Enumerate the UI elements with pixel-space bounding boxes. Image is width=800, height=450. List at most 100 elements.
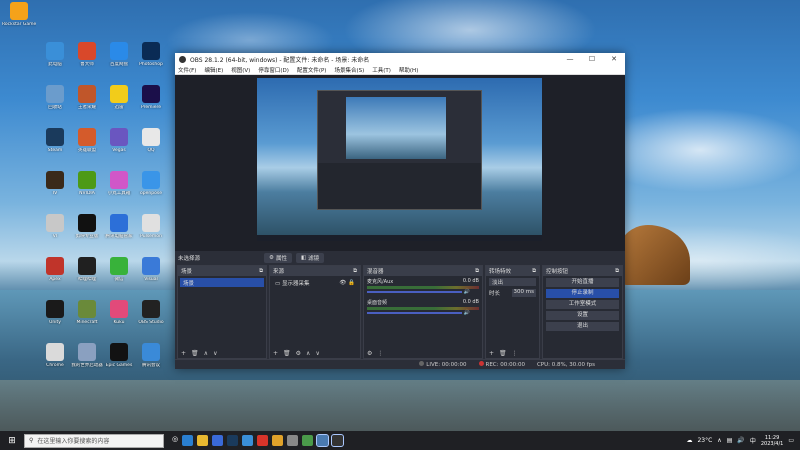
desktop-icon[interactable]: 剪映专业版 [70, 214, 104, 240]
steam-icon[interactable] [227, 435, 239, 446]
menu-edit[interactable]: 编辑(E) [204, 66, 223, 74]
app-icon[interactable] [242, 435, 254, 446]
maximize-button[interactable]: ☐ [581, 55, 603, 63]
desktop-icon[interactable]: Premiere [134, 85, 168, 111]
filters-button[interactable]: ◧ 滤镜 [295, 253, 325, 263]
speaker-icon[interactable]: 🔊 [464, 289, 470, 295]
control-button[interactable]: 开始直播 [546, 278, 619, 287]
volume-slider[interactable] [367, 312, 463, 314]
desktop-icon[interactable]: Chrome [38, 343, 72, 369]
explorer-active-icon[interactable] [316, 434, 330, 447]
desktop-icon[interactable]: QQ [134, 128, 168, 154]
desktop-icon[interactable]: openpose [134, 171, 168, 197]
taskbar-search[interactable]: ⚲ 在这里输入你要搜索的内容 [24, 433, 164, 448]
edge-icon[interactable] [182, 435, 194, 446]
undock-icon[interactable]: ⧉ [532, 268, 536, 275]
desktop-icon[interactable]: Epic Games [102, 343, 136, 369]
control-button[interactable]: 停止录制 [546, 289, 619, 298]
desktop-icon[interactable]: Visual [134, 257, 168, 283]
desktop-icon[interactable]: 百度网盘 [102, 42, 136, 68]
minimize-button[interactable]: — [559, 55, 581, 63]
desktop-icon[interactable]: 我的世界启动器 [70, 343, 104, 369]
weather-icon[interactable]: ☁ [686, 437, 692, 444]
file-explorer-icon[interactable] [197, 435, 209, 446]
control-button[interactable]: 工作室模式 [546, 300, 619, 309]
menu-file[interactable]: 文件(F) [178, 66, 196, 74]
undock-icon[interactable]: ⧉ [475, 268, 479, 275]
desktop-icon[interactable]: 英雄联盟 [70, 128, 104, 154]
chrome-icon[interactable] [272, 435, 284, 446]
undock-icon[interactable]: ⧉ [259, 268, 263, 275]
weather-temp[interactable]: 23°C [697, 437, 712, 444]
desktop-icon[interactable]: 回收站 [38, 85, 72, 111]
desktop-icon[interactable]: Rockstar Games [2, 2, 36, 28]
notification-icon[interactable]: ▭ [788, 437, 794, 444]
ime-indicator[interactable]: 中 [750, 436, 756, 445]
obs-taskbar-icon[interactable] [331, 434, 345, 447]
undock-icon[interactable]: ⧉ [353, 268, 357, 275]
tray-overflow-icon[interactable]: ∧ [717, 437, 721, 444]
duration-input[interactable]: 300 ms [511, 289, 536, 297]
menu-view[interactable]: 视图(V) [231, 66, 250, 74]
undock-icon[interactable]: ⧉ [615, 268, 619, 275]
desktop-icon[interactable]: Steam [38, 128, 72, 154]
desktop-icon[interactable]: Unity [38, 300, 72, 326]
desktop-icon[interactable]: Pulsemon [134, 214, 168, 240]
program-preview[interactable] [257, 78, 542, 241]
menu-scene-collection[interactable]: 场景集合(S) [334, 66, 364, 74]
move-up-icon[interactable]: ∧ [306, 350, 310, 357]
remove-transition-icon[interactable]: 🗑 [499, 350, 507, 357]
desktop-icon[interactable]: IV [38, 171, 72, 197]
transition-select[interactable]: 淡出 [489, 278, 536, 286]
control-button[interactable]: 退出 [546, 322, 619, 331]
add-source-icon[interactable]: + [273, 350, 278, 357]
desktop-icon[interactable]: 腾讯会议 [134, 343, 168, 369]
netease-music-icon[interactable] [257, 435, 269, 446]
windows-start-icon[interactable]: ⊞ [4, 436, 20, 446]
task-view-icon[interactable]: ◎ [172, 435, 178, 446]
clock[interactable]: 11:29 2023/4/1 [761, 435, 783, 447]
desktop-icon[interactable]: 腾讯电脑管家 [102, 214, 136, 240]
scene-item[interactable]: 场景 [180, 278, 264, 287]
desktop-icon[interactable]: 王者荣耀 [70, 85, 104, 111]
more-icon[interactable]: ⋮ [377, 350, 383, 357]
desktop-icon[interactable]: 小丸工具箱 [102, 171, 136, 197]
move-down-icon[interactable]: ∨ [213, 350, 217, 357]
desktop-icon[interactable]: 鲁大师 [70, 42, 104, 68]
mixer-settings-icon[interactable]: ⚙ [367, 350, 372, 357]
menu-profile[interactable]: 配置文件(P) [297, 66, 327, 74]
source-item[interactable]: ▭ 显示器采集 👁 🔒 [272, 278, 358, 287]
desktop-icon[interactable]: OBS Studio [134, 300, 168, 326]
remove-source-icon[interactable]: 🗑 [283, 350, 291, 357]
volume-slider[interactable] [367, 291, 463, 293]
store-icon[interactable] [212, 435, 224, 446]
photos-icon[interactable] [287, 435, 299, 446]
menu-tools[interactable]: 工具(T) [372, 66, 391, 74]
desktop-icon[interactable]: Vegas [102, 128, 136, 154]
desktop-icon[interactable]: 此电脑 [38, 42, 72, 68]
desktop-icon[interactable]: 微信 [102, 257, 136, 283]
desktop-icon[interactable]: 迅雷 [102, 85, 136, 111]
control-button[interactable]: 设置 [546, 311, 619, 320]
desktop-icon[interactable]: VI [38, 214, 72, 240]
move-down-icon[interactable]: ∨ [315, 350, 319, 357]
desktop-icon[interactable]: NVIDIA [70, 171, 104, 197]
speaker-icon[interactable]: 🔊 [464, 310, 470, 316]
desktop-icon[interactable]: Photoshop [134, 42, 168, 68]
menu-help[interactable]: 帮助(H) [399, 66, 418, 74]
source-settings-icon[interactable]: ⚙ [296, 350, 301, 357]
move-up-icon[interactable]: ∧ [204, 350, 208, 357]
app-icon[interactable] [302, 435, 314, 446]
desktop-icon[interactable]: 哔哩哔哩 [70, 257, 104, 283]
eye-icon[interactable]: 👁 [339, 280, 346, 286]
add-transition-icon[interactable]: + [489, 350, 494, 357]
lock-icon[interactable]: 🔒 [348, 280, 355, 286]
more-icon[interactable]: ⋮ [512, 350, 518, 357]
desktop-icon[interactable]: Minecraft [70, 300, 104, 326]
desktop-icon[interactable]: Apex [38, 257, 72, 283]
close-button[interactable]: ✕ [603, 55, 625, 63]
network-icon[interactable]: ▤ [727, 437, 733, 444]
volume-icon[interactable]: 🔊 [737, 437, 744, 444]
properties-button[interactable]: ⚙ 属性 [264, 253, 292, 263]
add-scene-icon[interactable]: + [181, 350, 186, 357]
